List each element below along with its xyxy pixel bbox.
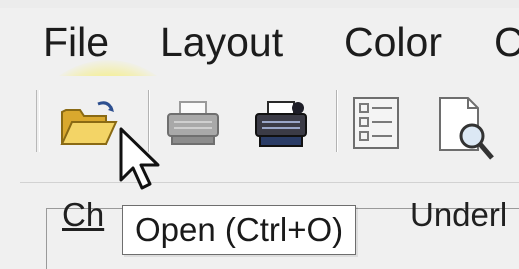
mouse-pointer-icon xyxy=(118,126,164,199)
toolbar-separator xyxy=(336,90,337,152)
form-list-icon xyxy=(353,97,399,149)
open-button[interactable] xyxy=(58,98,118,150)
divider xyxy=(20,182,519,183)
tooltip: Open (Ctrl+O) xyxy=(122,205,357,255)
print-icon xyxy=(167,101,219,145)
print-preview-icon xyxy=(439,97,494,160)
print-preview-button[interactable] xyxy=(438,96,498,166)
tab-character[interactable]: Ch xyxy=(62,198,104,231)
print-setup-button[interactable] xyxy=(252,100,310,150)
toolbar-grip[interactable] xyxy=(36,90,40,152)
tab-underline[interactable]: Underl xyxy=(410,198,507,231)
menu-color[interactable]: Color xyxy=(344,22,442,63)
menu-bar: File Layout Color C xyxy=(0,8,519,72)
print-setup-icon xyxy=(255,101,307,147)
form-list-button[interactable] xyxy=(352,96,402,152)
menu-item-cut-off[interactable]: C xyxy=(494,22,519,63)
window-top-edge xyxy=(0,0,519,8)
application-window: File Layout Color C Ch Underl Open (Ctrl… xyxy=(0,0,519,269)
print-button[interactable] xyxy=(164,100,222,148)
menu-file[interactable]: File xyxy=(43,22,109,63)
open-folder-icon xyxy=(60,101,118,145)
toolbar xyxy=(0,76,519,172)
menu-layout[interactable]: Layout xyxy=(160,22,283,63)
